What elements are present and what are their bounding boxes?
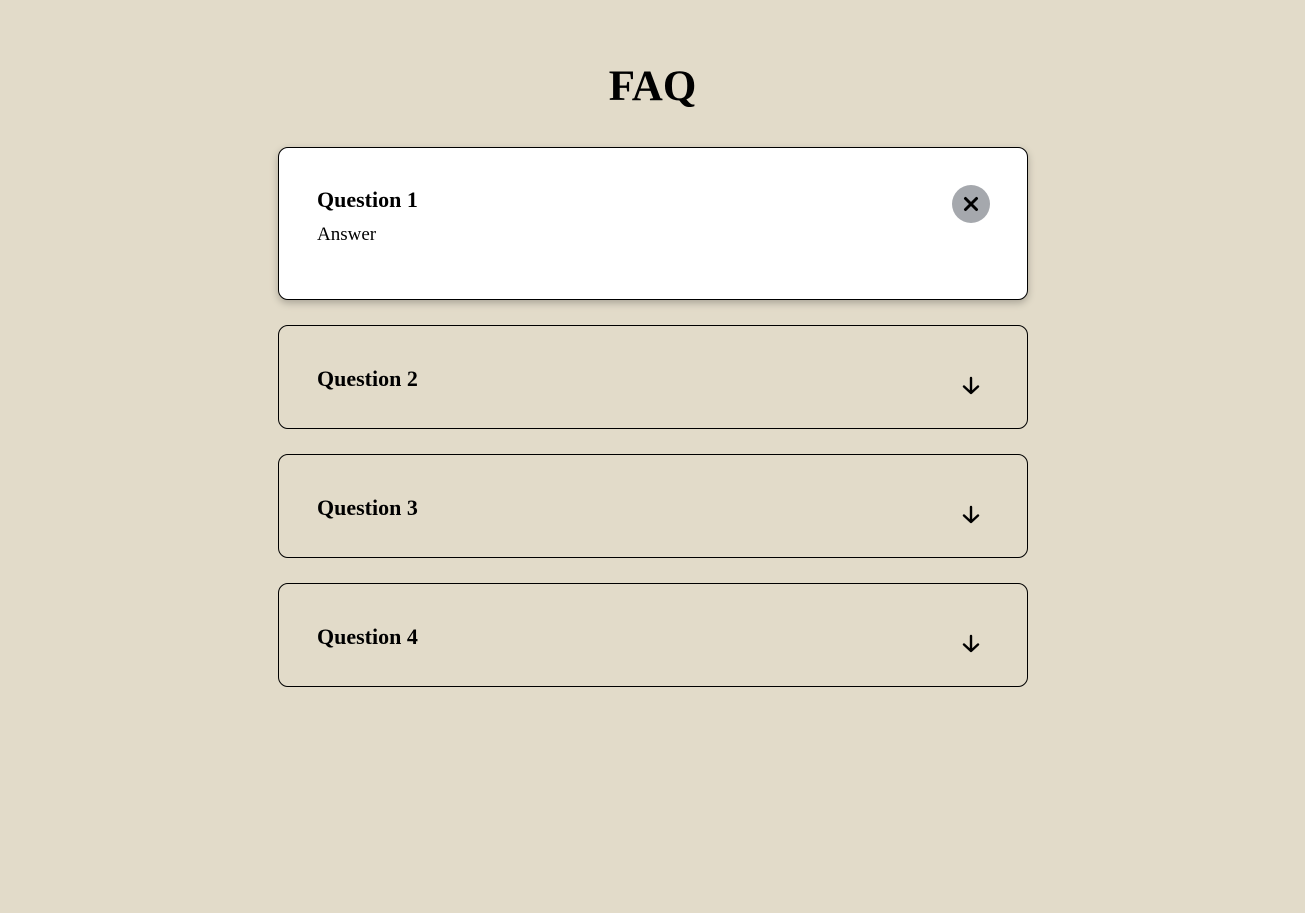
close-icon [963, 196, 979, 212]
page-title: FAQ [608, 63, 697, 110]
arrow-down-icon [961, 498, 981, 525]
faq-question[interactable]: Question 2 [317, 363, 989, 394]
faq-question[interactable]: Question 3 [317, 492, 989, 523]
collapse-button[interactable] [952, 185, 990, 223]
arrow-down-icon [961, 627, 981, 654]
faq-answer: Answer [317, 224, 377, 245]
expand-button[interactable] [952, 621, 990, 659]
faq-item-3[interactable]: Question 3 [278, 454, 1028, 558]
arrow-down-icon [961, 369, 981, 396]
faq-list: Question 1 Answer Question 2 Question 3 [278, 147, 1028, 712]
faq-item-1: Question 1 Answer [278, 147, 1028, 300]
faq-question[interactable]: Question 4 [317, 621, 989, 652]
faq-item-2[interactable]: Question 2 [278, 325, 1028, 429]
expand-button[interactable] [952, 363, 990, 401]
faq-item-4[interactable]: Question 4 [278, 583, 1028, 687]
faq-question[interactable]: Question 1 [317, 185, 989, 215]
expand-button[interactable] [952, 492, 990, 530]
